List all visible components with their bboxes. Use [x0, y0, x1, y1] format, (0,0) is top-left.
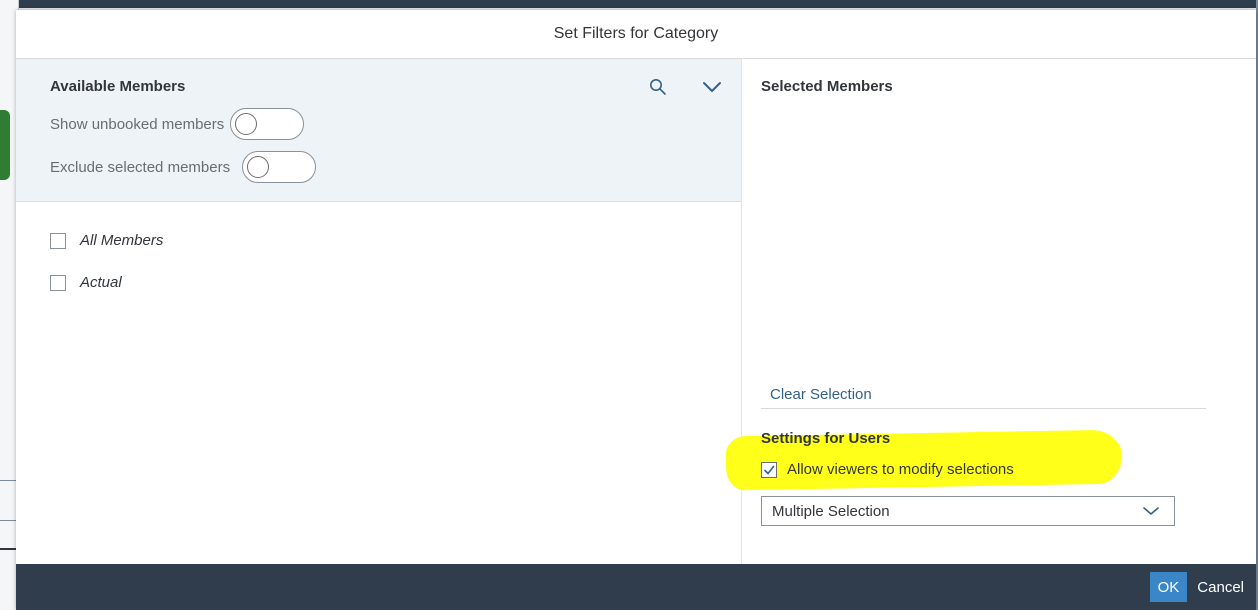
- member-item-all-members[interactable]: All Members: [50, 232, 163, 249]
- background-line: [0, 480, 16, 481]
- checkbox[interactable]: [50, 232, 66, 249]
- exclude-selected-label: Exclude selected members: [50, 158, 231, 176]
- available-members-header: Available Members Show unbooked members: [16, 59, 741, 202]
- dialog-title: Set Filters for Category: [553, 25, 719, 42]
- checkbox[interactable]: [50, 274, 66, 291]
- selection-mode-value: Multiple Selection: [772, 502, 890, 520]
- available-members-title: Available Members: [50, 78, 186, 95]
- ok-button[interactable]: OK: [1149, 572, 1188, 602]
- chevron-down-icon[interactable]: [700, 75, 724, 99]
- show-unbooked-toggle[interactable]: [230, 108, 305, 140]
- checkmark-icon: [764, 465, 775, 474]
- exclude-selected-row: Exclude selected members: [50, 151, 317, 183]
- available-members-pane: Available Members Show unbooked members: [16, 59, 742, 564]
- app-top-bar: [0, 0, 1258, 8]
- background-chart-mark: [0, 110, 10, 180]
- member-label: Actual: [80, 274, 122, 291]
- chevron-down-icon: [1143, 507, 1159, 515]
- cancel-button[interactable]: Cancel: [1197, 579, 1244, 596]
- show-unbooked-row: Show unbooked members: [50, 108, 305, 140]
- toggle-knob: [247, 156, 270, 178]
- filter-dialog: Set Filters for Category Available Membe…: [16, 10, 1256, 610]
- allow-viewers-row[interactable]: Allow viewers to modify selections: [761, 461, 1014, 478]
- show-unbooked-label: Show unbooked members: [50, 115, 225, 133]
- background-line: [0, 520, 16, 521]
- dialog-header: Set Filters for Category: [16, 10, 1256, 59]
- divider: [761, 408, 1206, 409]
- member-label: All Members: [80, 232, 164, 249]
- selected-members-title: Selected Members: [761, 78, 893, 95]
- allow-viewers-checkbox[interactable]: [761, 461, 777, 478]
- member-item-actual[interactable]: Actual: [50, 274, 122, 291]
- exclude-selected-toggle[interactable]: [242, 151, 317, 183]
- selected-members-pane: Selected Members Clear Selection Setting…: [725, 59, 1256, 564]
- selection-mode-select[interactable]: Multiple Selection: [761, 496, 1175, 526]
- dialog-content: Available Members Show unbooked members: [16, 59, 1256, 564]
- allow-viewers-label: Allow viewers to modify selections: [787, 461, 1014, 478]
- search-icon[interactable]: [646, 75, 670, 99]
- background-line: [0, 548, 16, 550]
- dialog-footer: OK Cancel: [16, 564, 1256, 610]
- settings-for-users-title: Settings for Users: [761, 430, 891, 447]
- clear-selection-link[interactable]: Clear Selection: [770, 386, 872, 403]
- toggle-knob: [235, 113, 258, 135]
